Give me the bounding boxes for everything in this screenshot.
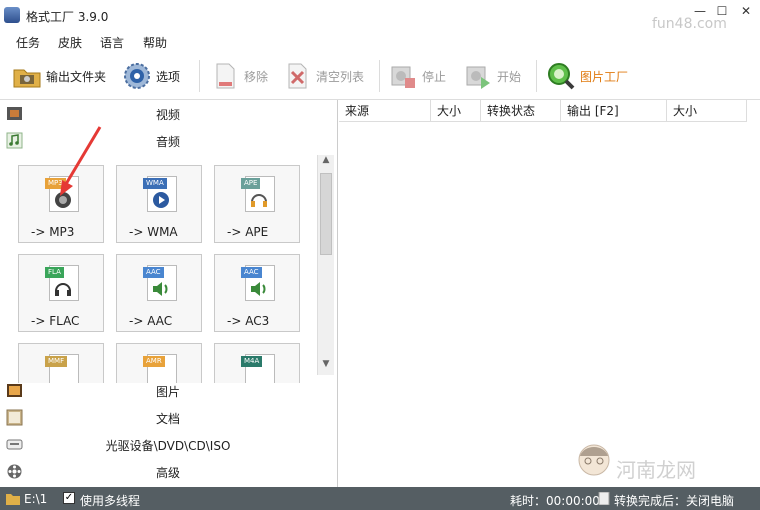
minimize-button[interactable]: — [690,4,710,20]
category-picture-label: 图片 [155,385,180,399]
column-output[interactable]: 输出 [F2] [561,100,667,122]
category-rom-label: 光驱设备\DVD\CD\ISO [105,439,231,453]
format-label: -> AC3 [227,314,270,328]
format-tile-wma[interactable]: WMA -> WMA [116,165,202,243]
menu-bar: 任务 皮肤 语言 帮助 [0,30,760,52]
format-tile-mp3[interactable]: MP3 -> MP3 [18,165,104,243]
task-list[interactable]: 来源 大小 转换状态 输出 [F2] 大小 [339,100,760,487]
options-button[interactable]: 选项 [122,58,180,94]
magnifier-icon [548,63,575,90]
elapsed-time: 耗时：00:00:00 [510,494,600,508]
column-output-size[interactable]: 大小 [667,100,747,122]
watermark-logo: 河南龙网 [574,440,760,486]
start-label: 开始 [497,69,522,84]
title-bar: 格式工厂 3.9.0 fun48.com — ☐ ✕ [0,0,760,32]
play-disc-icon [153,192,169,208]
app-logo-icon [4,7,20,23]
format-tag: AAC [143,267,164,278]
start-button[interactable]: 开始 [463,58,521,94]
menu-task[interactable]: 任务 [16,34,40,51]
category-rom-device[interactable]: 光驱设备\DVD\CD\ISO [0,431,336,458]
picture-factory-label: 图片工厂 [580,69,629,84]
multithread-checkbox[interactable]: ✓ [63,492,75,504]
stop-label: 停止 [422,69,447,84]
category-picture[interactable]: 图片 [0,377,336,404]
menu-skin[interactable]: 皮肤 [58,34,82,51]
category-pane: 视频 音频 MP3 -> MP3 WMA -> WMA APE -> APE F… [0,100,338,487]
status-bar: E:\1 ✓ 使用多线程 耗时：00:00:00 转换完成后：关闭电脑 [0,487,760,510]
gear-icon [124,63,150,89]
picture-factory-button[interactable]: 图片工厂 [546,58,628,94]
clear-list-label: 清空列表 [316,69,365,84]
multithread-label: 使用多线程 [80,494,141,508]
format-grid-scrollbar[interactable]: ▲ ▼ [317,155,334,375]
after-conversion-action[interactable]: 转换完成后：关闭电脑 [614,492,734,509]
document-icon [598,492,610,505]
scroll-down-icon[interactable]: ▼ [318,359,334,375]
watermark-text: 河南龙网 [616,458,696,482]
column-status[interactable]: 转换状态 [481,100,561,122]
category-advanced-label: 高级 [155,466,180,480]
headphones-icon [55,283,71,296]
scroll-up-icon[interactable]: ▲ [318,155,334,171]
column-size[interactable]: 大小 [431,100,481,122]
speaker-icon [55,192,71,208]
column-source[interactable]: 来源 [339,100,431,122]
options-label: 选项 [156,69,181,84]
category-document-label: 文档 [155,412,180,426]
start-icon [466,66,490,89]
format-tag: AAC [241,267,262,278]
toolbar: 输出文件夹 选项 移除 清空列表 停止 开始 图片工厂 [0,52,760,100]
sound-icon [251,282,266,296]
remove-button[interactable]: 移除 [210,58,268,94]
task-list-header: 来源 大小 转换状态 输出 [F2] 大小 [339,100,747,122]
close-button[interactable]: ✕ [736,4,756,20]
format-label: -> WMA [129,225,178,239]
folder-icon [6,494,20,505]
format-tile-aac[interactable]: AAC -> AAC [116,254,202,332]
toolbar-separator [379,60,380,92]
format-tile-ac3[interactable]: AAC -> AC3 [214,254,300,332]
format-tag: APE [241,178,261,189]
toolbar-separator [199,60,200,92]
format-tile-flac[interactable]: FLA -> FLAC [18,254,104,332]
output-folder-button[interactable]: 输出文件夹 [12,58,106,94]
output-drive-path[interactable]: E:\1 [24,492,47,506]
cartoon-face-icon [578,444,610,476]
sound-icon [153,282,168,296]
format-tile-ape[interactable]: APE -> APE [214,165,300,243]
menu-language[interactable]: 语言 [100,34,124,51]
format-tag: MMF [45,356,68,367]
clear-list-icon [288,63,307,89]
audio-format-grid: MP3 -> MP3 WMA -> WMA APE -> APE FLA -> … [0,163,314,383]
headphones-icon [251,194,267,207]
output-folder-label: 输出文件夹 [46,69,107,84]
format-tag: M4A [241,356,263,367]
format-tag: FLA [45,267,64,278]
folder-icon [13,69,41,88]
remove-label: 移除 [244,69,269,84]
menu-help[interactable]: 帮助 [143,34,167,51]
scroll-thumb[interactable] [320,173,332,255]
format-label: -> FLAC [31,314,80,328]
maximize-button[interactable]: ☐ [712,4,732,20]
format-label: -> APE [227,225,269,239]
clear-list-button[interactable]: 清空列表 [282,58,364,94]
format-label: -> AAC [129,314,173,328]
format-label: -> MP3 [31,225,75,239]
format-tag: AMR [143,356,165,367]
stop-button[interactable]: 停止 [388,58,446,94]
window-title: 格式工厂 3.9.0 [26,10,109,24]
category-audio-label: 音频 [155,135,180,149]
remove-file-icon [216,63,235,89]
toolbar-separator [536,60,537,92]
category-video-label: 视频 [155,108,180,122]
format-tag: WMA [143,178,167,189]
category-document[interactable]: 文档 [0,404,336,431]
stop-icon [391,66,415,88]
category-advanced[interactable]: 高级 [0,458,336,485]
format-tag: MP3 [45,178,66,189]
category-audio[interactable]: 音频 [0,127,336,154]
category-video[interactable]: 视频 [0,100,336,127]
